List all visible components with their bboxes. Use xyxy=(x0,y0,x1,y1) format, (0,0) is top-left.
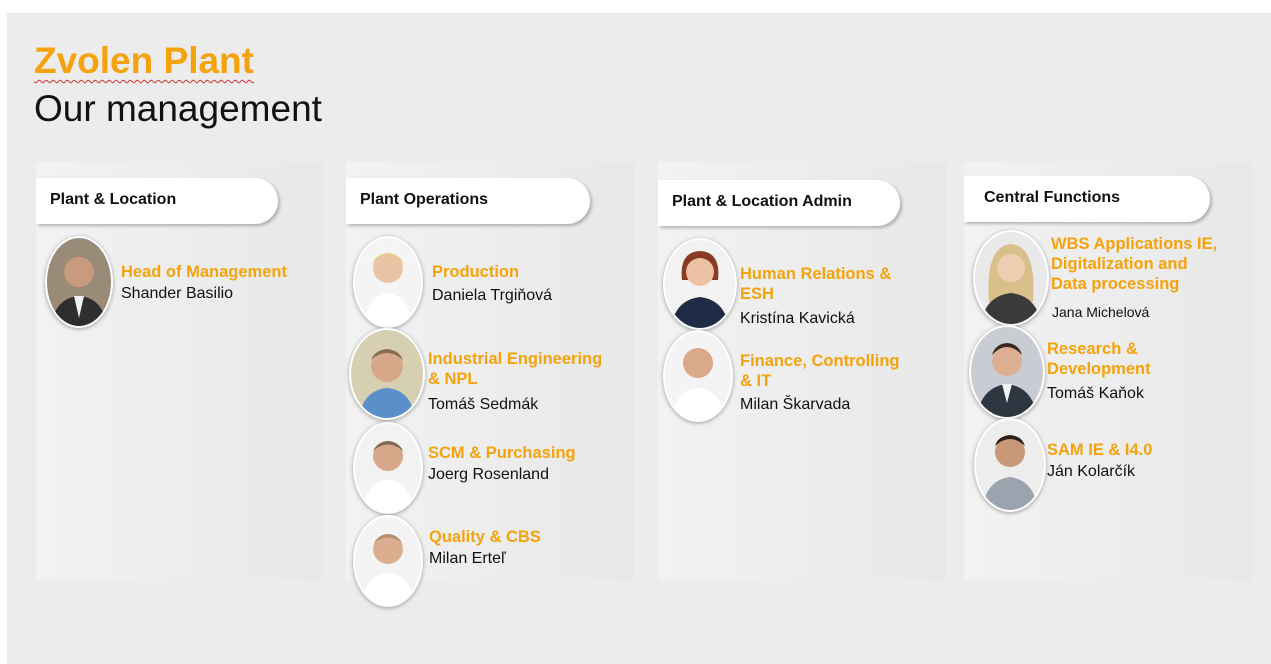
column-header-label: Central Functions xyxy=(984,189,1121,206)
person-photo xyxy=(353,515,423,607)
role-line: Development xyxy=(1047,360,1151,378)
role-line: Human Relations & xyxy=(740,265,892,283)
person-photo xyxy=(349,328,425,420)
role-title: Research & Development xyxy=(1047,339,1151,379)
column-header-label: Plant & Location Admin xyxy=(672,193,852,210)
role-title: Head of Management xyxy=(121,263,287,281)
person-photo xyxy=(973,230,1049,326)
role-line: & IT xyxy=(740,372,772,390)
role-title: Quality & CBS xyxy=(429,528,541,546)
role-line: ESH xyxy=(740,285,774,303)
role-line: & NPL xyxy=(428,370,478,388)
person-name: Jana Michelová xyxy=(1052,304,1150,320)
person-photo xyxy=(45,236,113,328)
column-header-plant-location-admin: Plant & Location Admin xyxy=(658,180,900,226)
column-header-label: Plant & Location xyxy=(50,191,177,208)
role-title: Human Relations & ESH xyxy=(740,264,891,304)
column-header-plant-operations: Plant Operations xyxy=(346,178,590,224)
role-title: WBS Applications IE, Digitalization and … xyxy=(1051,234,1217,294)
person-photo xyxy=(353,422,423,514)
person-photo xyxy=(974,418,1046,512)
person-name: Kristína Kavická xyxy=(740,310,855,327)
person-name: Milan Škarvada xyxy=(740,396,851,413)
person-name: Milan Erteľ xyxy=(429,550,506,567)
column-header-central-functions: Central Functions xyxy=(964,176,1210,222)
person-name: Joerg Rosenland xyxy=(428,466,549,483)
role-line: Research & xyxy=(1047,340,1138,358)
column-plant-location xyxy=(36,162,323,580)
person-name: Tomáš Kaňok xyxy=(1047,385,1144,402)
person-photo xyxy=(663,330,733,422)
person-photo xyxy=(663,238,737,330)
person-name: Ján Kolarčík xyxy=(1047,463,1136,480)
person-photo xyxy=(969,325,1045,419)
page-title: Zvolen Plant xyxy=(34,40,254,81)
person-name: Shander Basilio xyxy=(121,285,234,302)
role-title: Industrial Engineering & NPL xyxy=(428,349,602,389)
page-subtitle: Our management xyxy=(34,88,322,129)
person-photo xyxy=(353,236,423,328)
role-title: Finance, Controlling & IT xyxy=(740,351,900,391)
role-line: Finance, Controlling xyxy=(740,352,900,370)
column-header-plant-location: Plant & Location xyxy=(36,178,278,224)
column-header-label: Plant Operations xyxy=(360,191,489,208)
person-name: Tomáš Sedmák xyxy=(428,396,539,413)
role-line: WBS Applications IE, xyxy=(1051,235,1218,253)
role-title: SAM IE & I4.0 xyxy=(1047,441,1153,459)
person-name: Daniela Trgiňová xyxy=(432,287,553,304)
role-line: Industrial Engineering xyxy=(428,350,603,368)
role-line: Digitalization and xyxy=(1051,255,1188,273)
role-line: Data processing xyxy=(1051,275,1180,293)
role-title: SCM & Purchasing xyxy=(428,444,576,462)
role-title: Production xyxy=(432,263,520,281)
